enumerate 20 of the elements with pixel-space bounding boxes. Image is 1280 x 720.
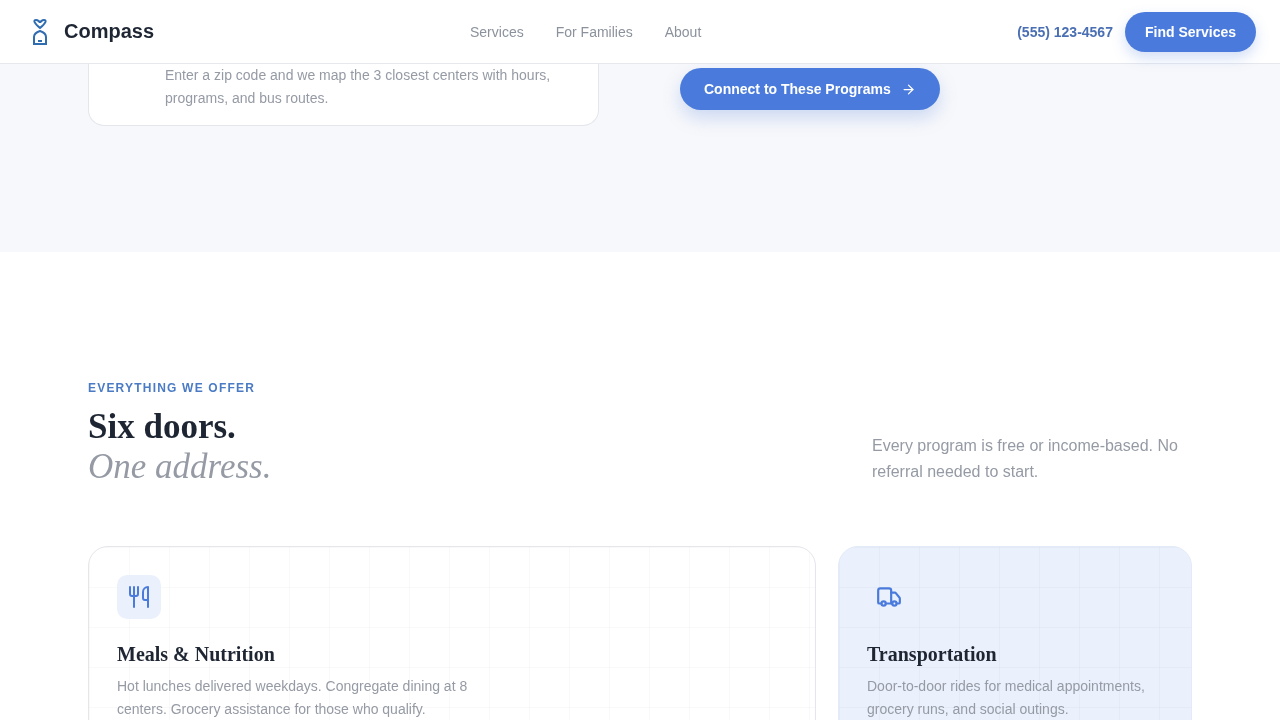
card-description: Enter a zip code and we map the 3 closest centers with hours, programs, and bus routes. (165, 66, 552, 108)
phone-link[interactable]: (555) 123-4567 (1017, 23, 1113, 40)
connect-button[interactable]: Connect to These Programs (680, 68, 940, 110)
nav-link[interactable]: For Families (555, 23, 633, 40)
card-title: Meals & Nutrition (117, 642, 276, 667)
section-subtitle: One address. (88, 447, 272, 487)
logo-icon (30, 18, 50, 45)
card-description: Hot lunches delivered weekdays. Congregate dining at 8 centers. Grocery assistance for those who qualify. (117, 677, 469, 719)
section-title: Six doors. (88, 407, 237, 447)
utensils-icon (127, 585, 151, 609)
section-eyebrow: EVERYTHING WE OFFER (88, 381, 257, 395)
arrow-right-icon (900, 81, 916, 97)
section-note: Every program is free or income-based. No referral needed to start. (872, 436, 1179, 482)
brand-name[interactable]: Compass (64, 20, 155, 43)
card-description: Door-to-door rides for medical appointments, grocery runs, and social outings. (867, 677, 1146, 719)
find-services-button[interactable]: Find Services (1124, 11, 1256, 52)
nav-link[interactable]: About (664, 23, 702, 40)
truck-icon (876, 584, 902, 610)
nav-link[interactable]: Services (470, 23, 524, 40)
card-title: Transportation (867, 642, 998, 667)
